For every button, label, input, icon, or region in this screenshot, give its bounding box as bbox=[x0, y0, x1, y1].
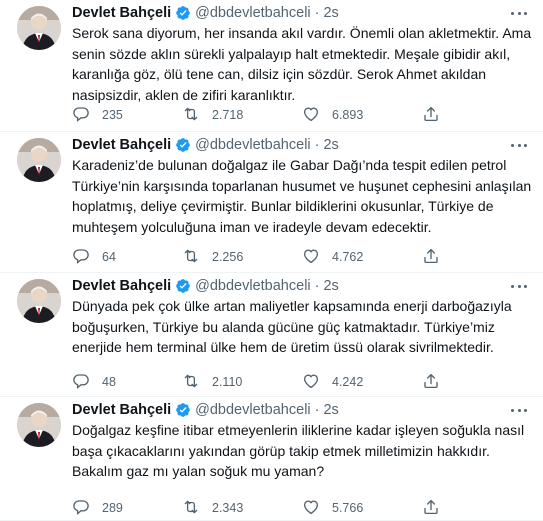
tweet-header: Devlet Bahçeli @dbdevletbahceli · 2s bbox=[72, 3, 339, 23]
separator-dot: · bbox=[314, 137, 320, 153]
share-icon bbox=[422, 372, 440, 393]
tweet[interactable]: Devlet Bahçeli @dbdevletbahceli · 2s Kar… bbox=[0, 132, 543, 273]
reply-button[interactable]: 64 bbox=[72, 247, 182, 268]
heart-icon bbox=[302, 247, 320, 268]
reply-icon bbox=[72, 372, 90, 393]
reply-icon bbox=[72, 498, 90, 519]
reply-count: 289 bbox=[102, 501, 123, 515]
more-icon[interactable] bbox=[509, 403, 529, 417]
like-button[interactable]: 4.762 bbox=[302, 247, 422, 268]
tweet-header: Devlet Bahçeli @dbdevletbahceli · 2s bbox=[72, 135, 339, 155]
reply-icon bbox=[72, 105, 90, 126]
share-icon bbox=[422, 247, 440, 268]
reply-button[interactable]: 48 bbox=[72, 372, 182, 393]
retweet-count: 2.343 bbox=[212, 501, 244, 515]
author-name[interactable]: Devlet Bahçeli bbox=[72, 278, 171, 294]
retweet-icon bbox=[182, 247, 200, 268]
share-button[interactable] bbox=[422, 247, 452, 268]
like-button[interactable]: 6.893 bbox=[302, 105, 422, 126]
like-count: 6.893 bbox=[332, 108, 364, 122]
tweet-text: Dünyada pek çok ülke artan maliyetler ka… bbox=[72, 298, 512, 355]
retweet-icon bbox=[182, 105, 200, 126]
verified-badge-icon bbox=[175, 137, 191, 153]
reply-count: 64 bbox=[102, 250, 116, 264]
tweet-timestamp[interactable]: 2s bbox=[323, 402, 338, 418]
like-button[interactable]: 5.766 bbox=[302, 498, 422, 519]
share-icon bbox=[422, 105, 440, 126]
separator-dot: · bbox=[314, 402, 320, 418]
avatar[interactable] bbox=[17, 403, 61, 447]
like-button[interactable]: 4.242 bbox=[302, 372, 422, 393]
tweet-feed: Devlet Bahçeli @dbdevletbahceli · 2s Ser… bbox=[0, 0, 543, 521]
retweet-button[interactable]: 2.256 bbox=[182, 247, 302, 268]
author-handle[interactable]: @dbdevletbahceli bbox=[195, 137, 311, 153]
avatar[interactable] bbox=[17, 6, 61, 50]
tweet-text: Doğalgaz keşfine itibar etmeyenlerin ili… bbox=[72, 422, 525, 479]
more-icon[interactable] bbox=[509, 138, 529, 152]
tweet[interactable]: Devlet Bahçeli @dbdevletbahceli · 2s Dün… bbox=[0, 273, 543, 397]
reply-icon bbox=[72, 247, 90, 268]
verified-badge-icon bbox=[175, 278, 191, 294]
more-icon[interactable] bbox=[509, 279, 529, 293]
separator-dot: · bbox=[314, 5, 320, 21]
author-name[interactable]: Devlet Bahçeli bbox=[72, 137, 171, 153]
heart-icon bbox=[302, 105, 320, 126]
tweet-timestamp[interactable]: 2s bbox=[323, 5, 338, 21]
author-name[interactable]: Devlet Bahçeli bbox=[72, 5, 171, 21]
reply-button[interactable]: 289 bbox=[72, 498, 182, 519]
retweet-count: 2.718 bbox=[212, 108, 244, 122]
author-name[interactable]: Devlet Bahçeli bbox=[72, 402, 171, 418]
retweet-icon bbox=[182, 372, 200, 393]
tweet-actions: 64 2.256 4.762 bbox=[72, 247, 512, 267]
separator-dot: · bbox=[314, 278, 320, 294]
like-count: 4.762 bbox=[332, 250, 364, 264]
author-handle[interactable]: @dbdevletbahceli bbox=[195, 5, 311, 21]
tweet[interactable]: Devlet Bahçeli @dbdevletbahceli · 2s Ser… bbox=[0, 0, 543, 132]
avatar[interactable] bbox=[17, 138, 61, 182]
tweet-actions: 235 2.718 6.893 bbox=[72, 105, 512, 125]
tweet-header: Devlet Bahçeli @dbdevletbahceli · 2s bbox=[72, 400, 339, 420]
tweet-header: Devlet Bahçeli @dbdevletbahceli · 2s bbox=[72, 276, 339, 296]
author-handle[interactable]: @dbdevletbahceli bbox=[195, 402, 311, 418]
more-icon[interactable] bbox=[509, 6, 529, 20]
reply-button[interactable]: 235 bbox=[72, 105, 182, 126]
like-count: 4.242 bbox=[332, 375, 364, 389]
verified-badge-icon bbox=[175, 5, 191, 21]
share-button[interactable] bbox=[422, 105, 452, 126]
tweet-text: Serok sana diyorum, her insanda akıl var… bbox=[72, 25, 532, 103]
share-button[interactable] bbox=[422, 498, 452, 519]
tweet-actions: 48 2.110 4.242 bbox=[72, 372, 512, 392]
tweet-timestamp[interactable]: 2s bbox=[323, 137, 338, 153]
author-handle[interactable]: @dbdevletbahceli bbox=[195, 278, 311, 294]
tweet-timestamp[interactable]: 2s bbox=[323, 278, 338, 294]
avatar[interactable] bbox=[17, 279, 61, 323]
share-icon bbox=[422, 498, 440, 519]
retweet-button[interactable]: 2.110 bbox=[182, 372, 302, 393]
tweet-text: Karadeniz’de bulunan doğalgaz ile Gabar … bbox=[72, 157, 532, 235]
retweet-count: 2.256 bbox=[212, 250, 244, 264]
verified-badge-icon bbox=[175, 402, 191, 418]
heart-icon bbox=[302, 372, 320, 393]
retweet-count: 2.110 bbox=[212, 375, 243, 389]
reply-count: 48 bbox=[102, 375, 116, 389]
like-count: 5.766 bbox=[332, 501, 364, 515]
retweet-icon bbox=[182, 498, 200, 519]
reply-count: 235 bbox=[102, 108, 123, 122]
tweet[interactable]: Devlet Bahçeli @dbdevletbahceli · 2s Doğ… bbox=[0, 397, 543, 521]
heart-icon bbox=[302, 498, 320, 519]
share-button[interactable] bbox=[422, 372, 452, 393]
retweet-button[interactable]: 2.343 bbox=[182, 498, 302, 519]
retweet-button[interactable]: 2.718 bbox=[182, 105, 302, 126]
tweet-actions: 289 2.343 5.766 bbox=[72, 498, 512, 518]
